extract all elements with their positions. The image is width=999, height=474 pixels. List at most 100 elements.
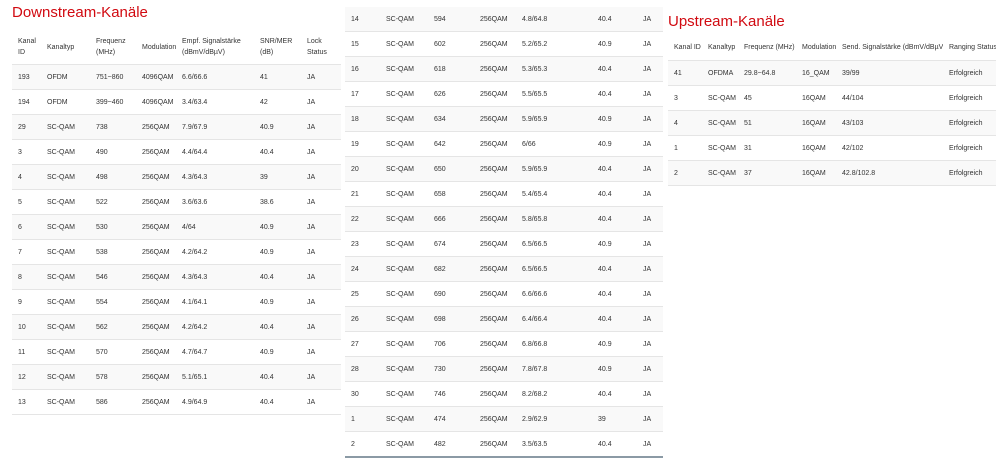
cell-lock-status: JA <box>637 431 663 457</box>
cell-frequenz: 706 <box>428 331 474 357</box>
cell-lock-status: JA <box>637 156 663 182</box>
downstream-table: Kanal ID Kanaltyp Frequenz (MHz) Modulation Em… <box>12 30 341 415</box>
cell-kanaltyp: SC-QAM <box>41 239 90 265</box>
cell-frequenz: 399~460 <box>90 89 136 115</box>
cell-kanal-id: 7 <box>12 239 41 265</box>
table-row: 9 SC-QAM 554 256QAM 4.1/64.1 40.9 JA <box>12 289 341 315</box>
table-row: 4 SC-QAM 51 16QAM 43/103 Erfolgreich <box>668 110 996 136</box>
table-row: 41 OFDMA 29.8~64.8 16_QAM 39/99 Erfolgreich <box>668 60 996 86</box>
cell-kanal-id: 19 <box>345 131 380 157</box>
cell-frequenz: 602 <box>428 31 474 57</box>
cell-signalstaerke: 5.2/65.2 <box>516 31 592 57</box>
table-row: 3 SC-QAM 45 16QAM 44/104 Erfolgreich <box>668 85 996 111</box>
column-header-line: Empf. Signalstärke <box>182 38 241 45</box>
cell-signalstaerke: 3.6/63.6 <box>176 189 254 215</box>
cell-signalstaerke: 2.9/62.9 <box>516 406 592 432</box>
column-header: Frequenz (MHz) <box>90 30 136 65</box>
column-header-line: Status <box>307 49 327 56</box>
cell-lock-status: JA <box>301 264 341 290</box>
cell-frequenz: 562 <box>90 314 136 340</box>
cell-snr: 40.4 <box>254 314 301 340</box>
downstream-table-continued-body: 14 SC-QAM 594 256QAM 4.8/64.8 40.4 JA 15 SC-QAM 6… <box>345 7 663 457</box>
cell-kanal-id: 23 <box>345 231 380 257</box>
cell-snr: 40.4 <box>592 181 637 207</box>
column-header-line: Frequenz <box>96 38 126 45</box>
cell-signalstaerke: 5.9/65.9 <box>516 156 592 182</box>
cell-frequenz: 31 <box>738 135 796 161</box>
cell-signalstaerke: 8.2/68.2 <box>516 381 592 407</box>
cell-signalstaerke: 6.6/66.6 <box>176 64 254 90</box>
cell-frequenz: 658 <box>428 181 474 207</box>
column-header: Kanaltyp <box>708 44 736 51</box>
cell-lock-status: JA <box>301 364 341 390</box>
cell-lock-status: JA <box>637 81 663 107</box>
cell-signalstaerke: 4.2/64.2 <box>176 239 254 265</box>
cell-snr: 40.9 <box>254 339 301 365</box>
cell-signalstaerke: 6.5/66.5 <box>516 256 592 282</box>
cell-frequenz: 482 <box>428 431 474 457</box>
cell-kanaltyp: SC-QAM <box>380 406 428 432</box>
cell-ranging-status: Erfolgreich <box>943 160 996 186</box>
table-row: 11 SC-QAM 570 256QAM 4.7/64.7 40.9 JA <box>12 339 341 365</box>
downstream-panel-continued: 14 SC-QAM 594 256QAM 4.8/64.8 40.4 JA 15 SC-QAM 6… <box>345 7 663 458</box>
cell-snr: 40.4 <box>592 156 637 182</box>
cell-lock-status: JA <box>301 214 341 240</box>
cell-lock-status: JA <box>301 139 341 165</box>
cell-snr: 39 <box>592 406 637 432</box>
cell-signalstaerke: 7.9/67.9 <box>176 114 254 140</box>
cell-signalstaerke: 6.8/66.8 <box>516 331 592 357</box>
cell-modulation: 256QAM <box>136 264 176 290</box>
cell-snr: 40.9 <box>592 131 637 157</box>
column-header-line: (MHz) <box>96 49 116 56</box>
table-row: 18 SC-QAM 634 256QAM 5.9/65.9 40.9 JA <box>345 106 663 132</box>
cell-signalstaerke: 4.9/64.9 <box>176 389 254 415</box>
table-row: 4 SC-QAM 498 256QAM 4.3/64.3 39 JA <box>12 164 341 190</box>
cell-kanal-id: 24 <box>345 256 380 282</box>
cell-kanaltyp: SC-QAM <box>380 281 428 307</box>
cell-kanaltyp: SC-QAM <box>380 356 428 382</box>
cell-kanal-id: 29 <box>12 114 41 140</box>
cell-signalstaerke: 6.4/66.4 <box>516 306 592 332</box>
cell-lock-status: JA <box>637 7 663 32</box>
upstream-table: Kanal ID Kanaltyp Frequenz (MHz) Modulation… <box>668 35 996 186</box>
cell-modulation: 256QAM <box>474 31 516 57</box>
cell-snr: 40.9 <box>254 214 301 240</box>
cell-kanaltyp: SC-QAM <box>41 314 90 340</box>
column-header: Send. Signalstärke (dBmV/dBµV) <box>842 44 943 51</box>
cell-lock-status: JA <box>301 239 341 265</box>
cell-signalstaerke: 6/66 <box>516 131 592 157</box>
cell-modulation: 256QAM <box>474 56 516 82</box>
table-row: 193 OFDM 751~860 4096QAM 6.6/66.6 41 JA <box>12 64 341 90</box>
cell-kanal-id: 6 <box>12 214 41 240</box>
table-row: 6 SC-QAM 530 256QAM 4/64 40.9 JA <box>12 214 341 240</box>
table-row: 3 SC-QAM 490 256QAM 4.4/64.4 40.4 JA <box>12 139 341 165</box>
cell-kanal-id: 12 <box>12 364 41 390</box>
cell-lock-status: JA <box>637 356 663 382</box>
cell-frequenz: 51 <box>738 110 796 136</box>
cell-snr: 40.4 <box>592 381 637 407</box>
cell-modulation: 256QAM <box>474 331 516 357</box>
cell-frequenz: 37 <box>738 160 796 186</box>
table-row: 28 SC-QAM 730 256QAM 7.8/67.8 40.9 JA <box>345 356 663 382</box>
cell-modulation: 256QAM <box>136 114 176 140</box>
cell-frequenz: 634 <box>428 106 474 132</box>
column-header-line: SNR/MER <box>260 38 293 45</box>
cell-snr: 40.9 <box>592 356 637 382</box>
cell-lock-status: JA <box>637 106 663 132</box>
cell-signalstaerke: 4/64 <box>176 214 254 240</box>
upstream-title: Upstream-Kanäle <box>668 13 785 30</box>
cell-signalstaerke: 5.9/65.9 <box>516 106 592 132</box>
cell-modulation: 16QAM <box>796 85 836 111</box>
cell-modulation: 256QAM <box>474 306 516 332</box>
cell-kanal-id: 41 <box>668 60 702 86</box>
cell-frequenz: 746 <box>428 381 474 407</box>
cell-lock-status: JA <box>637 31 663 57</box>
cell-lock-status: JA <box>637 131 663 157</box>
cell-ranging-status: Erfolgreich <box>943 85 996 111</box>
cell-lock-status: JA <box>301 289 341 315</box>
downstream-table-body: 193 OFDM 751~860 4096QAM 6.6/66.6 41 JA 194 OFDM… <box>12 64 341 415</box>
cell-snr: 40.4 <box>592 81 637 107</box>
cell-signalstaerke: 6.6/66.6 <box>516 281 592 307</box>
cell-kanal-id: 22 <box>345 206 380 232</box>
cell-kanaltyp: SC-QAM <box>380 181 428 207</box>
